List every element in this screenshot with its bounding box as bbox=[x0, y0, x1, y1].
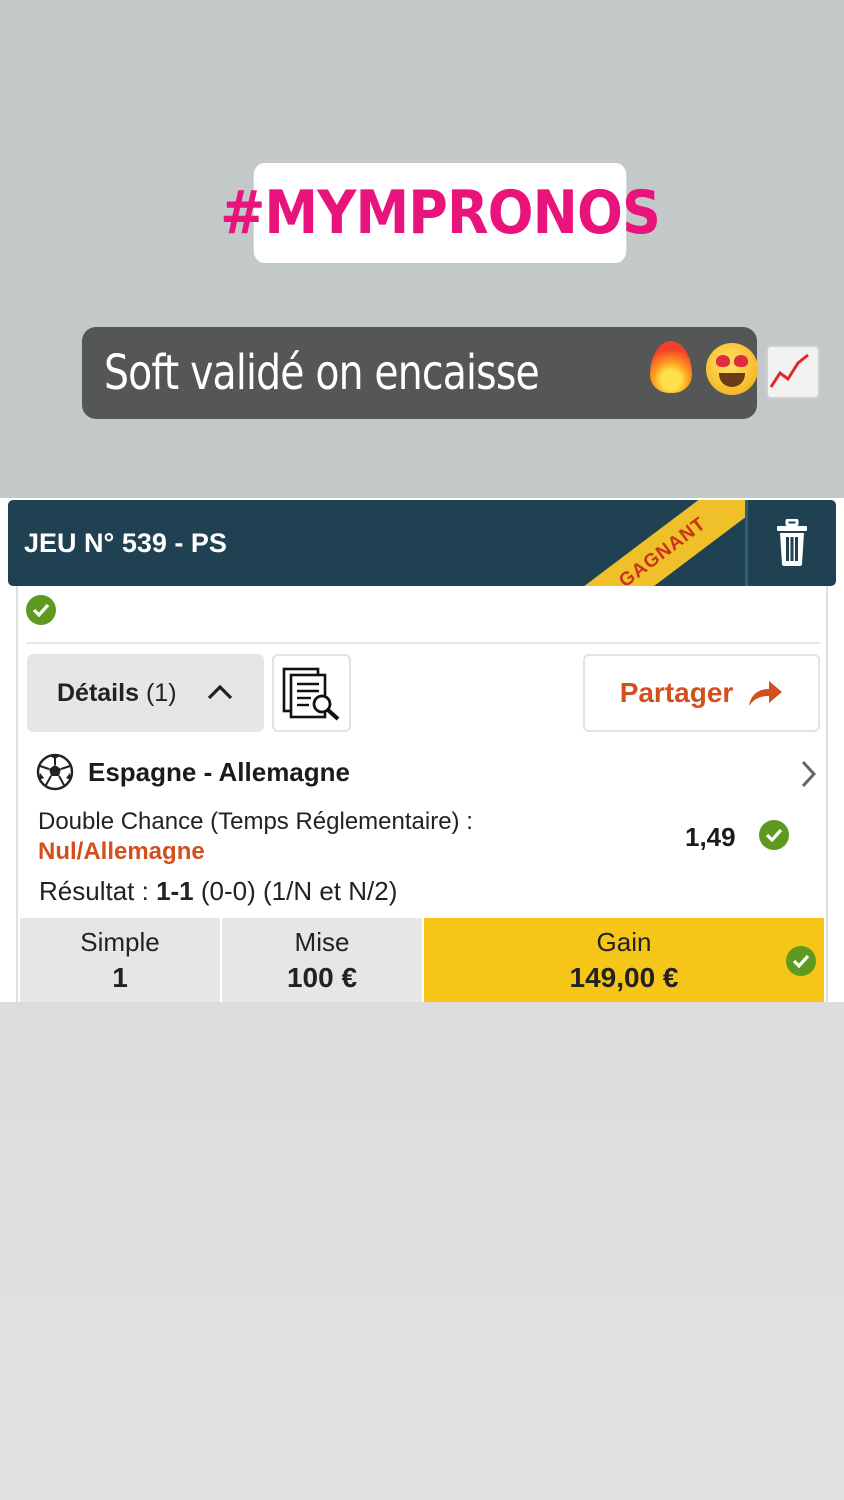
match-row[interactable]: Espagne - Allemagne bbox=[36, 752, 816, 792]
gain-cell: Gain 149,00 € bbox=[424, 918, 824, 1002]
hashtag-sticker: #MYMPRONOS bbox=[220, 163, 661, 263]
story-background-bottom bbox=[0, 1002, 844, 1500]
chevron-up-icon bbox=[207, 684, 233, 700]
caption-emojis bbox=[644, 335, 820, 399]
validated-check-icon bbox=[26, 595, 56, 625]
stake-cell: Mise 100 € bbox=[222, 918, 422, 1002]
document-search-icon bbox=[282, 667, 339, 721]
caption-text: Soft validé on encaisse bbox=[104, 345, 540, 401]
bet-card: JEU N° 539 - PS GAGNANT Détails (1) Part… bbox=[0, 498, 844, 1002]
result-score: 1-1 bbox=[156, 876, 194, 906]
gain-label: Gain bbox=[596, 926, 652, 957]
bet-card-header: JEU N° 539 - PS GAGNANT bbox=[8, 500, 836, 586]
fire-emoji-icon bbox=[644, 335, 698, 399]
story-caption: Soft validé on encaisse bbox=[82, 327, 820, 419]
details-label: Détails bbox=[57, 678, 139, 707]
details-count: (1) bbox=[145, 678, 177, 707]
divider bbox=[26, 642, 820, 644]
hashtag-text: #MYMPRONOS bbox=[220, 178, 661, 248]
chart-increasing-emoji-icon bbox=[764, 335, 820, 399]
gain-won-check-icon bbox=[786, 946, 816, 976]
chevron-right-icon bbox=[801, 760, 816, 788]
result-label: Résultat : bbox=[39, 876, 149, 906]
stake-value: 100 € bbox=[286, 961, 358, 993]
soccer-ball-icon bbox=[36, 753, 74, 791]
market-label: Double Chance (Temps Réglementaire) : bbox=[38, 808, 473, 835]
bet-card-body: Détails (1) Partager Espagne - Allemagne… bbox=[16, 586, 828, 1002]
share-button[interactable]: Partager bbox=[583, 654, 820, 732]
share-arrow-icon bbox=[749, 681, 783, 706]
winning-ribbon: GAGNANT bbox=[558, 500, 746, 586]
bet-summary: Simple 1 Mise 100 € Gain 149,00 € bbox=[20, 918, 826, 1002]
bet-type-cell: Simple 1 bbox=[20, 918, 220, 1002]
result-detail: (0-0) (1/N et N/2) bbox=[200, 876, 398, 906]
odds-value: 1,49 bbox=[685, 822, 736, 852]
match-result: Résultat : 1-1 (0-0) (1/N et N/2) bbox=[39, 876, 397, 907]
bet-type-label: Simple bbox=[80, 926, 160, 957]
ribbon-label: GAGNANT bbox=[615, 513, 711, 586]
delete-button[interactable] bbox=[748, 500, 836, 586]
stake-label: Mise bbox=[294, 926, 350, 957]
gain-value: 149,00 € bbox=[569, 961, 679, 993]
match-name: Espagne - Allemagne bbox=[88, 756, 350, 787]
share-label: Partager bbox=[619, 677, 734, 708]
details-toggle-button[interactable]: Détails (1) bbox=[27, 654, 264, 732]
view-ticket-button[interactable] bbox=[272, 654, 351, 732]
selection-won-check-icon bbox=[759, 820, 789, 850]
trash-icon bbox=[777, 519, 807, 566]
heart-eyes-emoji-icon bbox=[704, 335, 758, 399]
selection-label: Nul/Allemagne bbox=[38, 838, 205, 865]
bet-type-value: 1 bbox=[112, 961, 128, 993]
